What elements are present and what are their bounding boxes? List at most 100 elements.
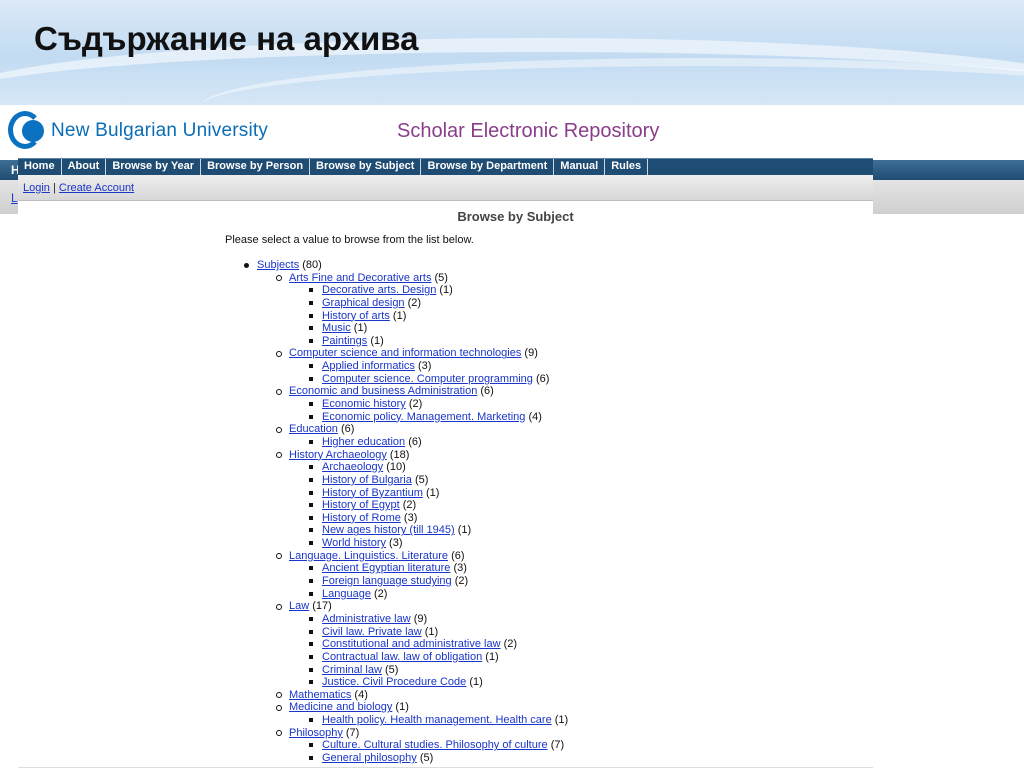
square-bullet-icon [309,477,313,482]
subject-root-count: (80) [302,259,322,271]
square-bullet-icon [309,402,313,407]
university-logo-icon[interactable] [8,111,48,149]
square-bullet-icon [309,288,313,293]
create-account-link[interactable]: Create Account [59,182,134,194]
university-name[interactable]: New Bulgarian University [51,120,268,142]
subject-tree: Subjects (80) Arts Fine and Decorative a… [225,259,568,765]
subsubject-link[interactable]: Decorative arts. Design [322,284,436,296]
subject-link[interactable]: Economic and business Administration [289,385,477,397]
subject-item: Education (6) [225,423,568,436]
subsubject-link[interactable]: Civil law. Private law [322,626,422,638]
subsubject-count: (6) [535,372,550,385]
main-nav: Home About Browse by Year Browse by Pers… [18,158,873,175]
subject-link[interactable]: Computer science and information technol… [289,347,521,359]
subsubject-link[interactable]: Economic history [322,398,406,410]
subsubject-link[interactable]: Paintings [322,335,367,347]
nav-browse-by-subject[interactable]: Browse by Subject [310,159,422,175]
square-bullet-icon [309,642,313,647]
subsubject-link[interactable]: Graphical design [322,297,405,309]
nav-about[interactable]: About [62,159,107,175]
subject-item: Medicine and biology (1) [225,701,568,714]
login-link[interactable]: Login [23,182,50,194]
subject-count: (5) [434,271,448,284]
square-bullet-icon [309,591,313,596]
subsubject-link[interactable]: Ancient Egyptian literature [322,562,450,574]
subsubject-count: (1) [457,524,472,537]
nav-browse-by-year[interactable]: Browse by Year [106,159,202,175]
subsubject-item: Paintings (1) [225,335,568,348]
circle-bullet-icon [276,388,282,395]
subsubject-item: Computer science. Computer programming (… [225,373,568,386]
square-bullet-icon [309,313,313,318]
square-bullet-icon [309,515,313,520]
square-bullet-icon [309,503,313,508]
subsubject-link[interactable]: Administrative law [322,613,411,625]
subsubject-item: Music (1) [225,322,568,335]
subsubject-link[interactable]: Higher education [322,436,405,448]
subject-link[interactable]: History Archaeology [289,449,387,461]
subject-link[interactable]: Language. Linguistics. Literature [289,550,448,562]
subject-link[interactable]: Education [289,423,338,435]
subsubject-link[interactable]: History of Byzantium [322,487,423,499]
subsubject-link[interactable]: History of Bulgaria [322,474,412,486]
subsubject-count: (1) [425,486,440,499]
nav-browse-by-department[interactable]: Browse by Department [421,159,555,175]
subject-item: History Archaeology (18) [225,449,568,462]
subsubject-count: (3) [403,511,418,524]
nav-rules[interactable]: Rules [605,159,649,175]
subsubject-link[interactable]: History of Egypt [322,499,400,511]
square-bullet-icon [309,743,313,748]
subsubject-link[interactable]: Culture. Cultural studies. Philosophy of… [322,739,548,751]
square-bullet-icon [309,667,313,672]
square-bullet-icon [309,300,313,305]
subject-link[interactable]: Medicine and biology [289,701,392,713]
subsubject-link[interactable]: Constitutional and administrative law [322,638,501,650]
subsubject-item: Civil law. Private law (1) [225,626,568,639]
subsubject-link[interactable]: Criminal law [322,664,382,676]
subsubject-item: History of arts (1) [225,310,568,323]
subsubject-link[interactable]: Contractual law. law of obligation [322,651,482,663]
subsubject-item: Archaeology (10) [225,461,568,474]
background-link-letter[interactable]: L [11,191,18,205]
subsubject-link[interactable]: Applied informatics [322,360,415,372]
subject-link[interactable]: Philosophy [289,727,343,739]
circle-bullet-icon [276,275,282,282]
subject-count: (9) [524,347,538,360]
nav-home[interactable]: Home [18,159,62,175]
subsubject-link[interactable]: Justice. Civil Procedure Code [322,676,466,688]
subsubject-item: History of Byzantium (1) [225,487,568,500]
nav-browse-by-person[interactable]: Browse by Person [201,159,311,175]
subsubject-link[interactable]: Archaeology [322,461,383,473]
subsubject-link[interactable]: General philosophy [322,752,417,764]
subsubject-item: World history (3) [225,537,568,550]
subsubject-link[interactable]: History of arts [322,310,390,322]
subsubject-count: (1) [485,650,499,663]
subsubject-item: Foreign language studying (2) [225,575,568,588]
subject-link[interactable]: Arts Fine and Decorative arts [289,272,431,284]
subsubject-item: Constitutional and administrative law (2… [225,638,568,651]
square-bullet-icon [309,376,313,381]
subsubject-link[interactable]: World history [322,537,386,549]
subsubject-link[interactable]: Foreign language studying [322,575,452,587]
circle-bullet-icon [276,704,282,711]
square-bullet-icon [309,755,313,760]
subsubject-link[interactable]: Computer science. Computer programming [322,373,533,385]
subsubject-item: Decorative arts. Design (1) [225,284,568,297]
subsubject-link[interactable]: Health policy. Health management. Health… [322,714,552,726]
subsubject-item: Criminal law (5) [225,664,568,677]
subsubject-link[interactable]: History of Rome [322,512,401,524]
subject-root-link[interactable]: Subjects [257,259,299,271]
subsubject-link[interactable]: Music [322,322,351,334]
subject-root-item: Subjects (80) [225,259,568,272]
subsubject-count: (3) [453,562,467,575]
square-bullet-icon [309,616,313,621]
subject-link[interactable]: Law [289,600,309,612]
subject-link[interactable]: Mathematics [289,689,351,701]
subsubject-link[interactable]: Economic policy. Management. Marketing [322,411,525,423]
subsubject-count: (2) [454,575,469,588]
subsubject-link[interactable]: Language [322,588,371,600]
square-bullet-icon [309,629,313,634]
nav-manual[interactable]: Manual [554,159,606,175]
subsubject-link[interactable]: New ages history (till 1945) [322,524,455,536]
subsubject-count: (2) [408,398,423,411]
